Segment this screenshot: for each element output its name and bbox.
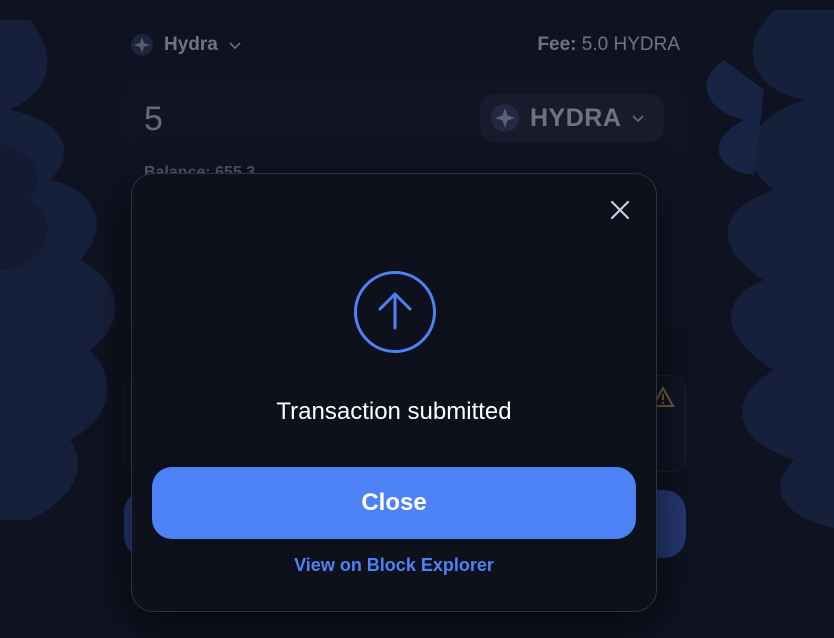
app-stage: Hydra Fee: 5.0 HYDRA 5 HYDRA Balance: 65… — [0, 0, 834, 638]
transaction-submitted-modal: Transaction submitted Close View on Bloc… — [131, 173, 657, 612]
chevron-down-icon — [229, 42, 241, 50]
chevron-down-icon — [632, 115, 645, 123]
fee-display: Fee: 5.0 HYDRA — [537, 34, 680, 56]
view-on-explorer-link[interactable]: View on Block Explorer — [132, 555, 656, 576]
arrow-up-circle-icon — [354, 271, 436, 353]
close-icon[interactable] — [608, 198, 632, 222]
token-selector[interactable]: HYDRA — [480, 94, 664, 142]
modal-title: Transaction submitted — [276, 398, 512, 425]
hydra-logo-icon — [491, 104, 519, 132]
network-name: Hydra — [164, 34, 218, 55]
network-selector[interactable]: Hydra — [130, 33, 242, 57]
hydra-logo-icon — [131, 34, 153, 56]
fee-label: Fee: — [537, 34, 577, 55]
close-button[interactable]: Close — [152, 467, 636, 539]
fee-value: 5.0 HYDRA — [581, 34, 680, 55]
token-symbol: HYDRA — [530, 103, 622, 132]
amount-input[interactable]: 5 — [144, 100, 163, 139]
